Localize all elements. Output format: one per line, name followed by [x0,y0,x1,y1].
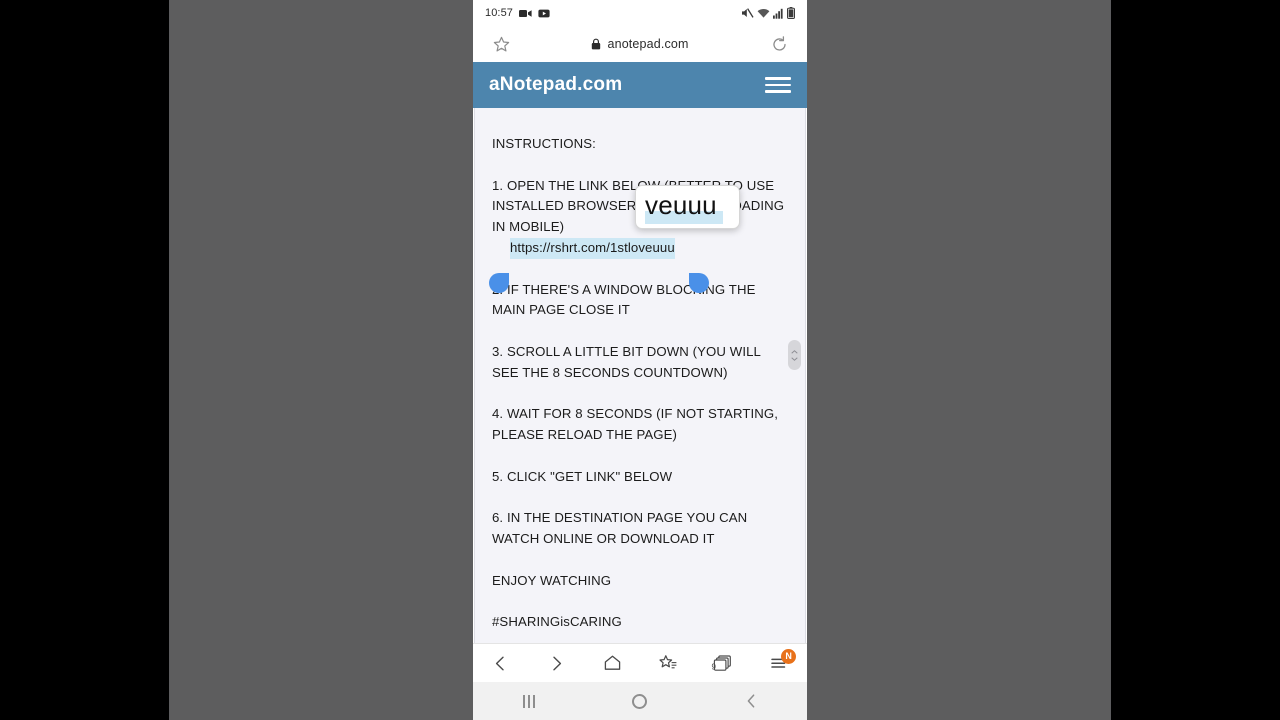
tabs-icon [714,655,732,671]
nav-tabs-button[interactable]: 9 [702,644,744,683]
tab-count-label: 9 [711,662,716,672]
site-header-bar: aNotepad.com [473,62,807,108]
star-list-icon [659,655,677,669]
browser-navigation-bar: 9 N [473,643,807,682]
scroll-grip-handle[interactable] [788,340,801,370]
hamburger-menu-icon[interactable] [765,77,791,93]
menu-update-badge: N [781,648,797,664]
recents-icon [522,694,535,708]
nav-bookmarks-button[interactable] [647,644,689,683]
lock-icon [591,38,601,50]
media-player-icon [538,9,550,18]
home-icon [604,655,620,670]
note-step-3: 3. SCROLL A LITTLE BIT DOWN (YOU WILL SE… [492,343,761,380]
chevron-down-icon [791,356,798,361]
chevron-left-icon [496,656,505,670]
back-chevron-icon [747,694,755,708]
sound-off-icon [741,7,754,19]
android-status-bar: 10:57 [473,0,807,26]
site-title: aNotepad.com [489,74,623,95]
note-step-5: 5. CLICK "GET LINK" BELOW [492,468,673,484]
home-circle-icon [632,693,648,709]
wifi-icon [757,8,770,19]
note-closing: ENJOY WATCHING [492,572,612,588]
chevron-right-icon [553,656,562,670]
nav-menu-button[interactable]: N [758,644,800,683]
phone-screen: 10:57 anotepad.com aNotepad.com INSTRUCT… [473,0,807,720]
video-camera-icon [519,9,532,18]
note-step-2: 2. IF THERE'S A WINDOW BLOCKING THE MAIN… [492,281,756,318]
android-back-button[interactable] [721,682,781,720]
status-bar-clock: 10:57 [485,7,514,19]
screen-root: https://rshrt.com/1stloveuuu 2. IF THERE… [0,0,1280,720]
android-home-button[interactable] [610,682,670,720]
note-hashtag: #SHARINGisCARING [492,614,622,630]
backdrop-right-letterbox [1142,0,1280,720]
note-link-selected[interactable]: https://rshrt.com/1stloveuuu [510,237,675,259]
nav-home-button[interactable] [591,644,633,683]
selection-handle-start[interactable] [489,273,509,293]
text-selection-magnifier: veuuu [635,185,740,229]
selection-handle-end[interactable] [689,273,709,293]
android-navigation-bar [473,682,807,720]
url-bar-center: anotepad.com [473,37,807,51]
nav-back-button[interactable] [480,644,522,683]
backdrop-left-letterbox [0,0,138,720]
battery-icon [787,7,795,20]
url-domain-text: anotepad.com [607,37,689,51]
reload-icon[interactable] [767,32,791,56]
chevron-up-icon [791,349,798,354]
cellular-signal-icon [773,8,784,19]
bookmark-star-icon[interactable] [489,32,513,56]
note-heading: INSTRUCTIONS: [492,136,596,151]
magnifier-text: veuuu [645,190,717,220]
android-recents-button[interactable] [499,682,559,720]
note-content-area[interactable]: INSTRUCTIONS: 1. OPEN THE LINK BELOW (BE… [474,108,806,643]
nav-forward-button[interactable] [535,644,577,683]
note-step-4: 4. WAIT FOR 8 SECONDS (IF NOT STARTING, … [492,406,778,443]
browser-url-bar[interactable]: anotepad.com [473,26,807,62]
note-step-6: 6. IN THE DESTINATION PAGE YOU CAN WATCH… [492,510,748,547]
